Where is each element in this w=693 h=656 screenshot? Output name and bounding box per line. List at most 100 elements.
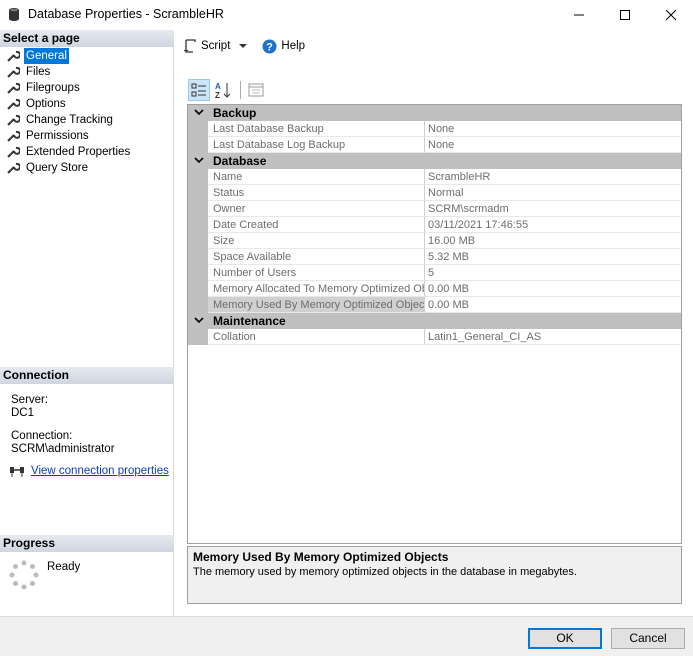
page-item-files[interactable]: Files [6,64,52,80]
server-value: DC1 [11,407,35,419]
chevron-down-icon[interactable] [194,109,204,117]
categorized-icon [191,83,206,97]
property-name: Last Database Log Backup [208,137,425,153]
connection-value: SCRM\administrator [11,443,115,455]
wrench-icon [7,98,20,110]
property-value: SCRM\scrmadm [425,201,681,217]
property-row[interactable]: Date Created 03/11/2021 17:46:55 [188,217,681,233]
page-item-permissions[interactable]: Permissions [6,128,91,144]
maximize-icon [620,10,630,20]
category-database[interactable]: Database [188,153,681,169]
left-pane: Select a page General Files Filegroups O… [0,30,174,616]
property-row[interactable]: Last Database Log Backup None [188,137,681,153]
property-name: Owner [208,201,425,217]
property-row[interactable]: Memory Allocated To Memory Optimized Obj… [188,281,681,297]
toolbar-separator [240,81,241,99]
wrench-icon [7,114,20,126]
property-row[interactable]: Collation Latin1_General_CI_AS [188,329,681,345]
grid-toolbar: A Z [188,78,269,102]
help-button[interactable]: ? Help [262,39,305,54]
progress-header: Progress [0,535,174,552]
help-icon: ? [262,39,277,53]
database-icon [9,8,19,21]
wrench-icon [7,146,20,158]
category-label: Database [213,154,267,168]
wrench-icon [7,162,20,174]
description-text: The memory used by memory optimized obje… [193,566,577,578]
window-title: Database Properties - ScrambleHR [28,7,224,21]
select-page-header: Select a page [0,30,174,47]
sort-az-icon: A Z [215,82,231,99]
page-item-change-tracking[interactable]: Change Tracking [6,112,115,128]
page-item-label: Query Store [26,162,88,174]
categorized-button[interactable] [188,79,210,101]
page-item-label: General [24,48,69,64]
description-panel: Memory Used By Memory Optimized Objects … [187,546,682,604]
svg-text:Z: Z [215,91,220,99]
server-label: Server: [11,394,49,406]
page-item-label: Change Tracking [26,114,113,126]
chevron-down-icon[interactable] [194,317,204,325]
page-item-query-store[interactable]: Query Store [6,160,90,176]
close-button[interactable] [648,0,693,30]
property-grid: Backup Last Database Backup None Last Da… [187,104,682,544]
wrench-icon [7,66,20,78]
page-item-filegroups[interactable]: Filegroups [6,80,82,96]
property-row[interactable]: Size 16.00 MB [188,233,681,249]
category-backup[interactable]: Backup [188,105,681,121]
chevron-down-icon[interactable] [194,157,204,165]
property-pages-button[interactable] [245,79,267,101]
page-item-extended-properties[interactable]: Extended Properties [6,144,132,160]
description-title: Memory Used By Memory Optimized Objects [193,550,449,564]
property-value: None [425,137,681,153]
property-row[interactable]: Owner SCRM\scrmadm [188,201,681,217]
maximize-button[interactable] [602,0,648,30]
property-name: Size [208,233,425,249]
category-maintenance[interactable]: Maintenance [188,313,681,329]
progress-spinner-icon [9,560,39,590]
category-label: Maintenance [213,314,286,328]
alphabetical-button[interactable]: A Z [212,79,234,101]
property-value: None [425,121,681,137]
property-name: Date Created [208,217,425,233]
property-name: Collation [208,329,425,345]
ok-button[interactable]: OK [528,628,602,649]
property-name: Status [208,185,425,201]
toolbar: Script ? Help [175,30,693,62]
property-name: Memory Allocated To Memory Optimized Obj… [208,281,425,297]
property-value: 5.32 MB [425,249,681,265]
cancel-button[interactable]: Cancel [611,628,685,649]
view-connection-properties-link[interactable]: View connection properties [9,464,169,478]
view-connection-link-text[interactable]: View connection properties [31,465,169,477]
svg-text:A: A [215,82,221,91]
property-row[interactable]: Name ScrambleHR [188,169,681,185]
category-label: Backup [213,106,257,120]
page-item-options[interactable]: Options [6,96,68,112]
close-icon [665,9,677,21]
page-item-label: Options [26,98,66,110]
property-row-selected[interactable]: Memory Used By Memory Optimized Objects … [188,297,681,313]
wrench-icon [7,50,20,62]
property-name: Space Available [208,249,425,265]
progress-status: Ready [47,561,81,573]
property-value: 03/11/2021 17:46:55 [425,217,681,233]
property-value: 0.00 MB [425,297,681,313]
page-item-label: Files [26,66,51,78]
help-label: Help [281,40,306,52]
script-icon [183,39,196,53]
connection-label: Connection: [11,430,73,442]
page-item-general[interactable]: General [6,48,69,64]
property-value: ScrambleHR [425,169,681,185]
dropdown-arrow-icon[interactable] [236,41,250,51]
script-label: Script [201,40,231,52]
property-row[interactable]: Last Database Backup None [188,121,681,137]
minimize-button[interactable] [556,0,602,30]
property-row[interactable]: Number of Users 5 [188,265,681,281]
page-item-label: Extended Properties [26,146,131,158]
property-row[interactable]: Status Normal [188,185,681,201]
property-name: Memory Used By Memory Optimized Objects [208,297,425,313]
property-row[interactable]: Space Available 5.32 MB [188,249,681,265]
property-name: Last Database Backup [208,121,425,137]
script-button[interactable]: Script [183,39,250,53]
title-bar: Database Properties - ScrambleHR [0,0,693,30]
